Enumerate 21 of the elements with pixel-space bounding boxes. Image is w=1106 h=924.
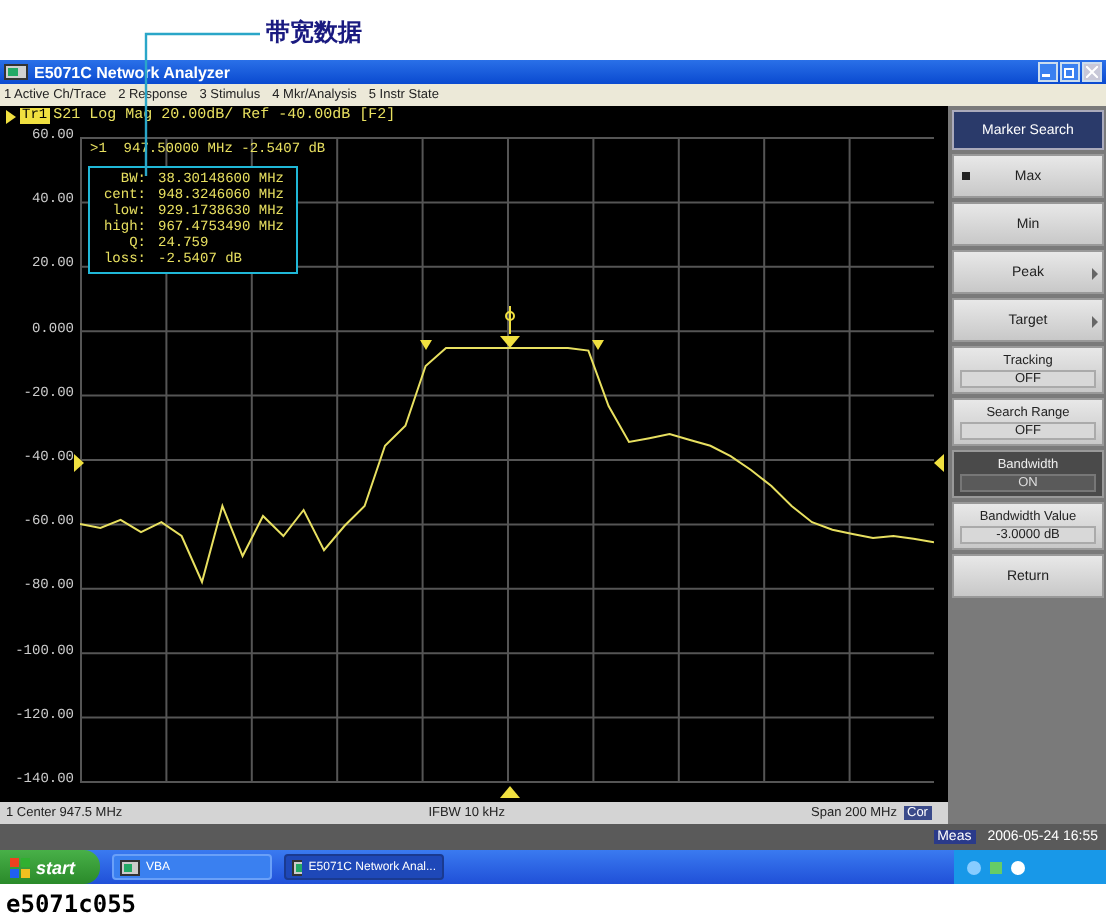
submenu-arrow-icon <box>1092 316 1098 328</box>
marker-icon <box>420 340 432 350</box>
reference-level-icon <box>74 454 84 472</box>
marker-icon <box>500 305 520 348</box>
app-icon <box>4 64 28 80</box>
tray-icons[interactable] <box>966 859 1026 875</box>
figure-caption: e5071c055 <box>4 888 139 922</box>
submenu-arrow-icon <box>1092 268 1098 280</box>
restore-icon <box>1064 66 1076 78</box>
stimulus-marker-icon <box>500 786 520 798</box>
reference-level-icon <box>934 454 944 472</box>
start-button[interactable]: start <box>0 850 100 884</box>
active-trace-icon <box>6 109 16 123</box>
annotation-label: 带宽数据 <box>266 16 362 50</box>
window-icon <box>292 859 303 875</box>
window-icon <box>120 859 140 875</box>
windows-logo-icon <box>10 857 30 877</box>
minimize-button[interactable] <box>1038 62 1058 82</box>
marker-icon <box>592 340 604 350</box>
restore-button[interactable] <box>1060 62 1080 82</box>
close-icon <box>1086 66 1098 78</box>
